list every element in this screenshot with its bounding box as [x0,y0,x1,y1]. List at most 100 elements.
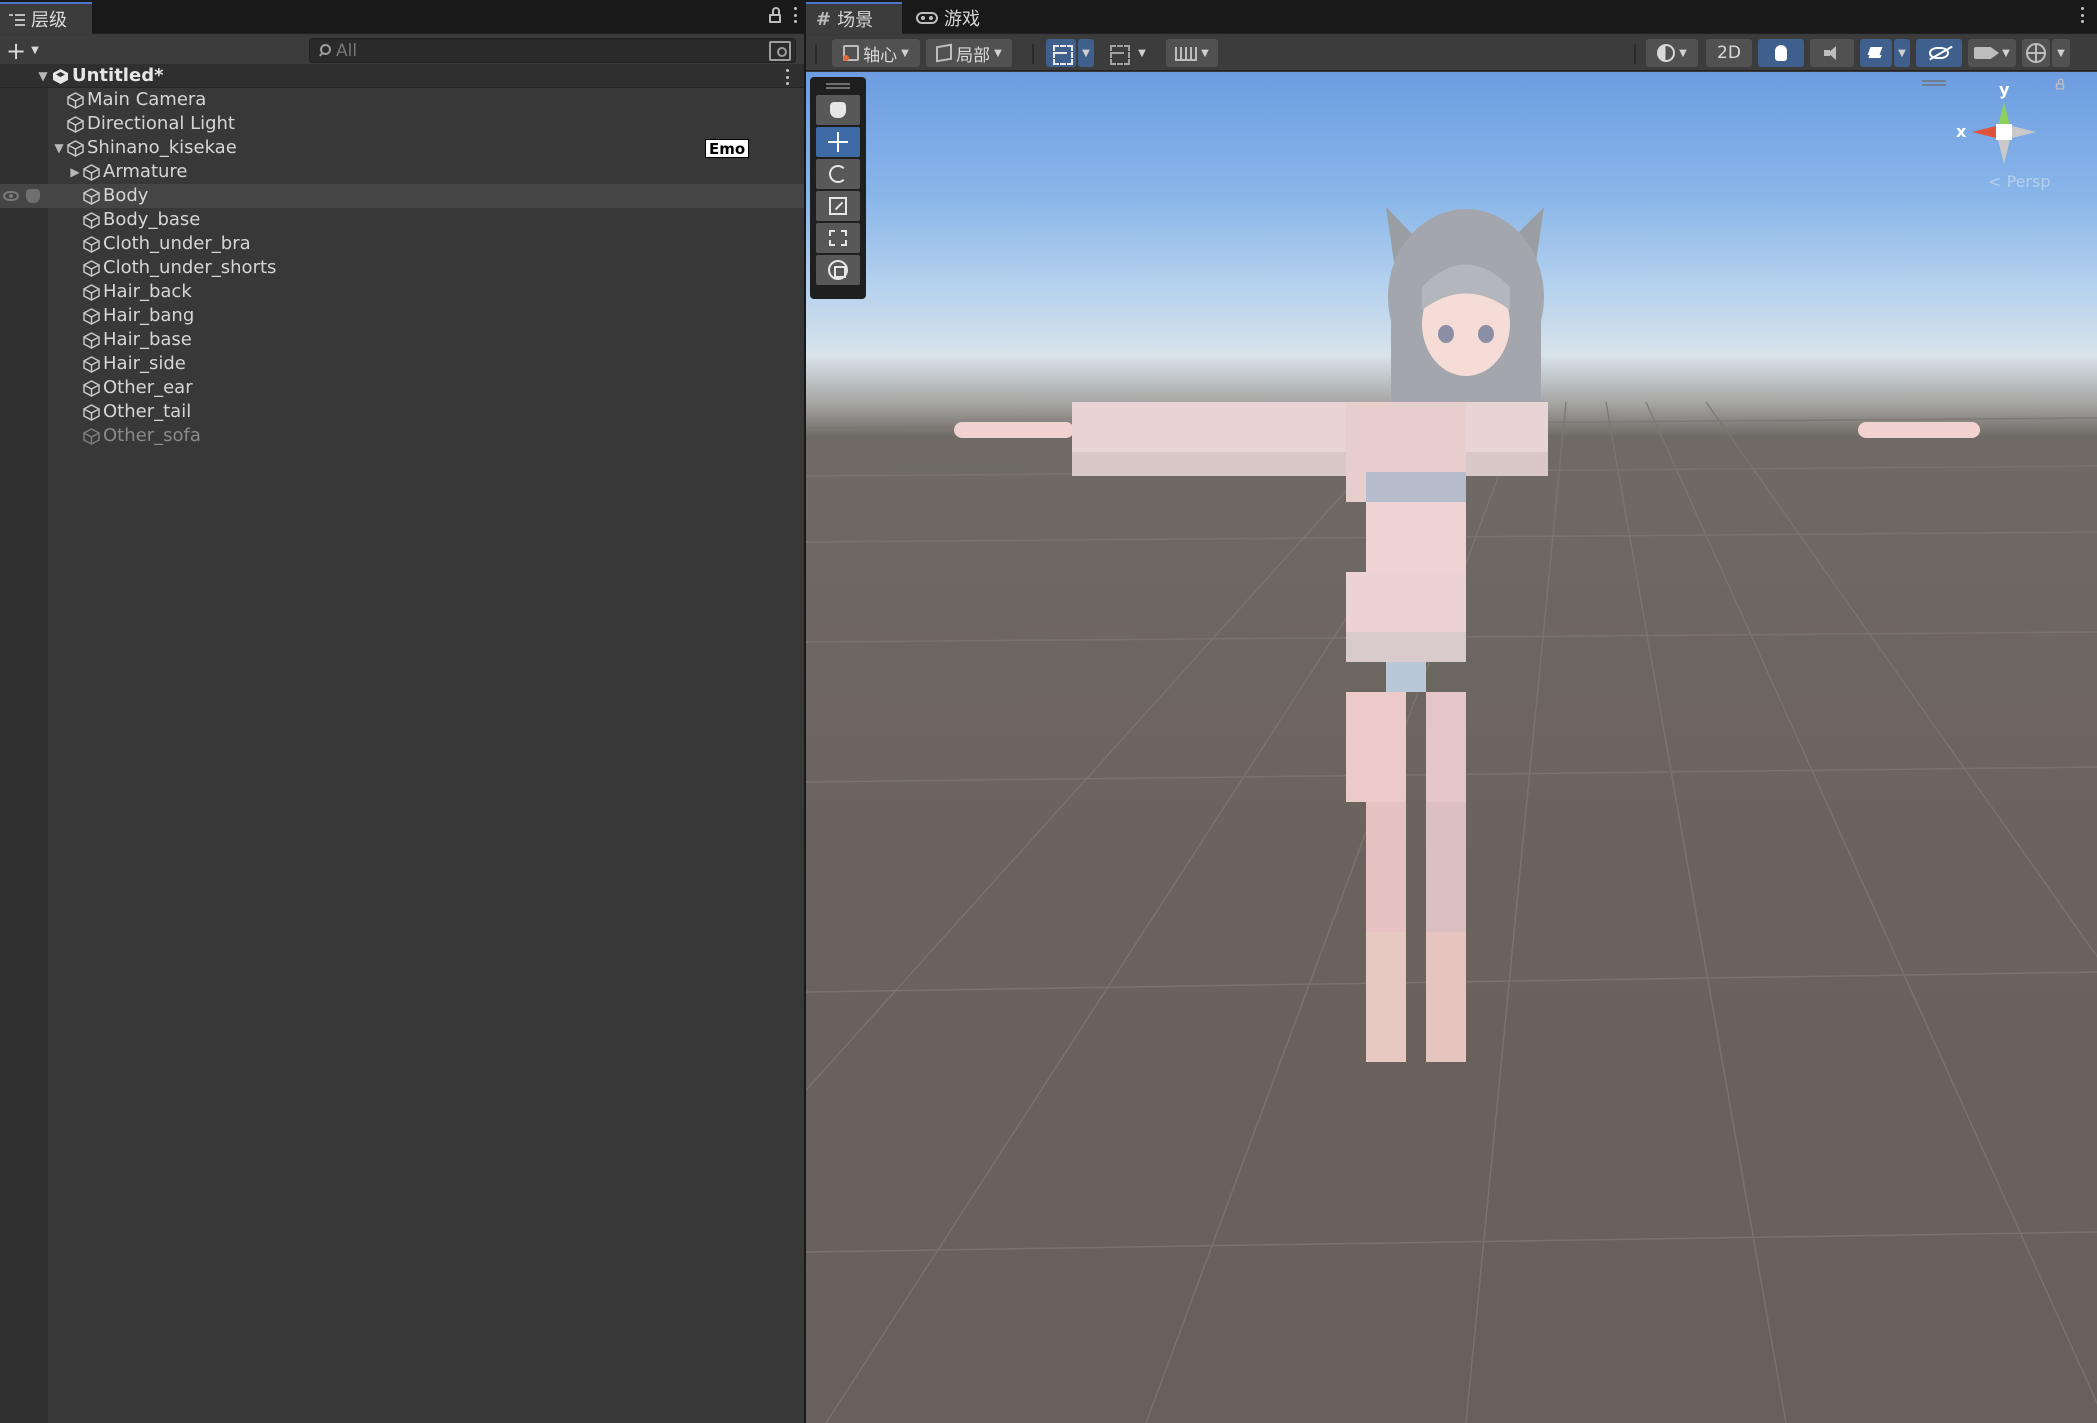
tree-item-label: Main Camera [87,89,207,110]
search-in-scene-icon[interactable] [769,40,791,61]
scale-tool-button[interactable] [816,191,860,221]
camera-icon [1974,47,2000,59]
pivot-dropdown[interactable]: 轴心 ▼ [832,39,920,67]
gameobject-icon [83,308,100,325]
chevron-down-icon: ▼ [1898,47,1906,59]
tab-game[interactable]: 游戏 [906,2,998,34]
pickability-hand-icon[interactable] [26,189,40,203]
tree-item-body[interactable]: Body [0,184,804,208]
tool-palette [810,77,866,299]
tree-item-label: Shinano_kisekae [87,137,237,158]
create-button[interactable]: + ▼ [6,39,48,63]
gameobject-icon [83,356,100,373]
audio-toggle[interactable] [1810,39,1854,67]
tree-item-label: Directional Light [87,113,235,134]
increment-snap-toggle[interactable] [1104,39,1132,67]
tree-item-hair-side[interactable]: Hair_side [0,352,804,376]
tree-item-cloth-under-shorts[interactable]: Cloth_under_shorts [0,256,804,280]
orientation-gizmo[interactable]: y x < Persp [1926,80,2076,212]
tree-item-main-camera[interactable]: Main Camera [0,88,804,112]
tree-item-label: Hair_bang [103,305,195,326]
tree-item-other-ear[interactable]: Other_ear [0,376,804,400]
rect-tool-button[interactable] [816,223,860,253]
local-label: 局部 [956,45,991,66]
gizmos-dropdown[interactable]: ▼ [2052,39,2070,67]
hidden-eye-icon [1929,47,1949,59]
search-icon[interactable] [314,40,336,62]
gameobject-icon [83,332,100,349]
effects-layers-icon [1867,45,1885,61]
tab-hierarchy[interactable]: 层级 [0,2,92,34]
tree-item-cloth-under-bra[interactable]: Cloth_under_bra [0,232,804,256]
scene-menu-icon[interactable] [2079,6,2085,24]
scene-menu-icon[interactable] [784,68,790,86]
tree-item-directional-light[interactable]: Directional Light [0,112,804,136]
2d-mode-toggle[interactable]: 2D [1706,39,1752,67]
grid-snapping-toggle[interactable] [1046,39,1076,67]
fold-arrow-icon[interactable]: ▼ [52,136,66,160]
increment-snap-dropdown[interactable]: ▼ [1134,39,1150,67]
tree-item-shinano-kisekae[interactable]: ▼ Shinano_kisekae Emo [0,136,804,160]
grid-snapping-dropdown[interactable]: ▼ [1078,39,1094,67]
hierarchy-tree: ▼ Untitled* Main Camera Directional Ligh… [0,64,804,448]
tree-item-label: Other_tail [103,401,192,422]
fold-arrow-icon[interactable]: ▼ [36,64,50,88]
tree-item-hair-back[interactable]: Hair_back [0,280,804,304]
gameobject-inactive-icon [83,428,100,445]
chevron-down-icon: ▼ [1082,47,1090,59]
grid-hash-icon: # [816,8,832,30]
scene-row[interactable]: ▼ Untitled* [0,64,804,88]
expand-arrow-icon[interactable]: ▶ [68,160,82,184]
transform-tool-button[interactable] [816,255,860,285]
chevron-down-icon: ▼ [2057,47,2065,59]
x-axis-label: x [1956,122,1967,141]
camera-settings-dropdown[interactable]: ▼ [1968,39,2016,67]
tree-item-other-tail[interactable]: Other_tail [0,400,804,424]
gameobject-icon [67,116,84,133]
gizmos-toggle[interactable] [2022,39,2050,67]
pivot-label: 轴心 [863,45,898,66]
search-input[interactable] [336,40,769,61]
rotate-tool-button[interactable] [816,159,860,189]
move-tool-button[interactable] [816,127,860,157]
lighting-toggle[interactable] [1758,39,1804,67]
tree-item-armature[interactable]: ▶ Armature [0,160,804,184]
effects-dropdown[interactable]: ▼ [1894,39,1910,67]
gameobject-icon [83,380,100,397]
local-dropdown[interactable]: 局部 ▼ [926,39,1012,67]
tree-item-hair-base[interactable]: Hair_base [0,328,804,352]
hierarchy-menu-icon[interactable] [792,6,798,24]
tree-item-label: Body_base [103,209,201,230]
scene-viewport[interactable]: y x < Persp [806,72,2097,1423]
hierarchy-tab-controls [768,6,798,24]
transform-icon [828,260,848,280]
scene-toolbar: 轴心 ▼ 局部 ▼ ▼ ▼ ▼ ▼ 2D ▼ ▼ ▼ [806,35,2097,71]
chevron-down-icon: ▼ [2002,47,2010,59]
hand-tool-button[interactable] [816,95,860,125]
plus-icon: + [6,37,27,65]
grid-snap-icon [1051,43,1073,65]
draw-mode-dropdown[interactable]: ▼ [1646,39,1698,67]
2d-label: 2D [1717,43,1741,63]
toolbar-separator [1032,44,1034,64]
tree-item-other-sofa[interactable]: Other_sofa [0,424,804,448]
palette-grip[interactable] [826,83,850,89]
gameobject-icon [83,164,100,181]
tree-item-body-base[interactable]: Body_base [0,208,804,232]
tree-item-hair-bang[interactable]: Hair_bang [0,304,804,328]
effects-toggle[interactable] [1860,39,1892,67]
visibility-eye-icon[interactable] [3,191,19,201]
ground-grid [806,401,2097,1423]
grid-visibility-dropdown[interactable]: ▼ [1166,39,1218,67]
scene-name: Untitled* [72,65,164,86]
y-axis-cone [1998,102,2010,126]
projection-label[interactable]: < Persp [1988,172,2050,191]
lock-icon[interactable] [768,7,782,23]
emo-badge[interactable]: Emo [705,139,750,158]
gameobject-icon [83,236,100,253]
scene-visibility-toggle[interactable] [1916,39,1962,67]
shading-sphere-icon [1657,44,1676,62]
hand-icon [830,102,846,118]
tree-item-label: Hair_back [103,281,192,302]
tab-scene[interactable]: # 场景 [806,2,902,34]
